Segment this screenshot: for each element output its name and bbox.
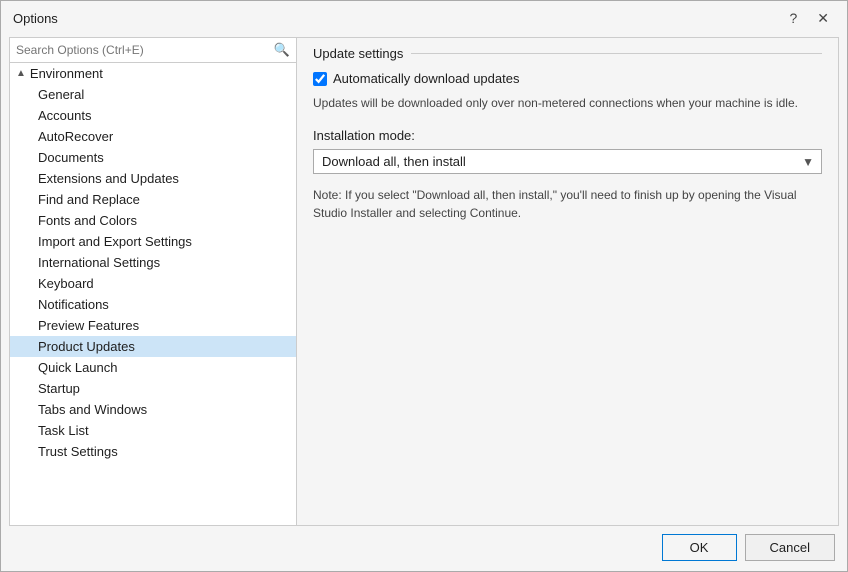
autorecover-label: AutoRecover bbox=[38, 129, 113, 144]
search-input[interactable] bbox=[16, 43, 274, 57]
accounts-label: Accounts bbox=[38, 108, 91, 123]
title-bar: Options ? ✕ bbox=[1, 1, 847, 33]
auto-download-row: Automatically download updates bbox=[313, 71, 822, 86]
installation-mode-select[interactable]: Download all, then install Download all,… bbox=[313, 149, 822, 174]
tree-item-quick-launch[interactable]: Quick Launch bbox=[10, 357, 296, 378]
tree-item-environment[interactable]: ▲ Environment bbox=[10, 63, 296, 84]
quick-launch-label: Quick Launch bbox=[38, 360, 118, 375]
extensions-label: Extensions and Updates bbox=[38, 171, 179, 186]
notifications-label: Notifications bbox=[38, 297, 109, 312]
tree-item-general[interactable]: General bbox=[10, 84, 296, 105]
documents-label: Documents bbox=[38, 150, 104, 165]
ok-button[interactable]: OK bbox=[662, 534, 737, 561]
dialog-title: Options bbox=[13, 11, 58, 26]
search-icon-button[interactable]: 🔍 bbox=[274, 42, 290, 58]
tree-item-notifications[interactable]: Notifications bbox=[10, 294, 296, 315]
tree-item-product-updates[interactable]: Product Updates bbox=[10, 336, 296, 357]
note-text: Note: If you select "Download all, then … bbox=[313, 186, 822, 222]
general-label: General bbox=[38, 87, 84, 102]
tree-item-task-list[interactable]: Task List bbox=[10, 420, 296, 441]
tree-area: ▲ Environment General Accounts AutoRecov… bbox=[10, 63, 296, 525]
find-replace-label: Find and Replace bbox=[38, 192, 140, 207]
preview-features-label: Preview Features bbox=[38, 318, 139, 333]
tree-item-accounts[interactable]: Accounts bbox=[10, 105, 296, 126]
international-label: International Settings bbox=[38, 255, 160, 270]
trust-settings-label: Trust Settings bbox=[38, 444, 118, 459]
import-export-label: Import and Export Settings bbox=[38, 234, 192, 249]
tree-item-extensions[interactable]: Extensions and Updates bbox=[10, 168, 296, 189]
startup-label: Startup bbox=[38, 381, 80, 396]
section-title-text: Update settings bbox=[313, 46, 403, 61]
close-button[interactable]: ✕ bbox=[811, 9, 835, 27]
right-panel: Update settings Automatically download u… bbox=[297, 37, 839, 526]
tree-item-fonts-colors[interactable]: Fonts and Colors bbox=[10, 210, 296, 231]
product-updates-label: Product Updates bbox=[38, 339, 135, 354]
auto-download-checkbox[interactable] bbox=[313, 72, 327, 86]
tree-item-keyboard[interactable]: Keyboard bbox=[10, 273, 296, 294]
dropdown-wrapper: Download all, then install Download all,… bbox=[313, 149, 822, 174]
tree-item-autorecover[interactable]: AutoRecover bbox=[10, 126, 296, 147]
installation-mode-label: Installation mode: bbox=[313, 128, 822, 143]
content-area: 🔍 ▲ Environment General Accounts AutoRec… bbox=[1, 33, 847, 526]
left-panel: 🔍 ▲ Environment General Accounts AutoRec… bbox=[9, 37, 297, 526]
tree-item-startup[interactable]: Startup bbox=[10, 378, 296, 399]
title-controls: ? ✕ bbox=[783, 9, 835, 27]
help-button[interactable]: ? bbox=[783, 9, 803, 27]
expand-icon: ▲ bbox=[16, 68, 26, 79]
search-box: 🔍 bbox=[10, 38, 296, 63]
tree-item-trust-settings[interactable]: Trust Settings bbox=[10, 441, 296, 462]
tree-item-import-export[interactable]: Import and Export Settings bbox=[10, 231, 296, 252]
tree-item-international[interactable]: International Settings bbox=[10, 252, 296, 273]
tabs-windows-label: Tabs and Windows bbox=[38, 402, 147, 417]
auto-download-label: Automatically download updates bbox=[333, 71, 519, 86]
fonts-colors-label: Fonts and Colors bbox=[38, 213, 137, 228]
info-text: Updates will be downloaded only over non… bbox=[313, 94, 822, 112]
section-title: Update settings bbox=[313, 46, 822, 61]
environment-label: Environment bbox=[30, 66, 103, 81]
tree-item-find-replace[interactable]: Find and Replace bbox=[10, 189, 296, 210]
cancel-button[interactable]: Cancel bbox=[745, 534, 835, 561]
options-dialog: Options ? ✕ 🔍 ▲ Environment General bbox=[0, 0, 848, 572]
tree-item-documents[interactable]: Documents bbox=[10, 147, 296, 168]
bottom-bar: OK Cancel bbox=[1, 526, 847, 571]
tree-item-tabs-windows[interactable]: Tabs and Windows bbox=[10, 399, 296, 420]
tree-item-preview-features[interactable]: Preview Features bbox=[10, 315, 296, 336]
task-list-label: Task List bbox=[38, 423, 89, 438]
keyboard-label: Keyboard bbox=[38, 276, 94, 291]
